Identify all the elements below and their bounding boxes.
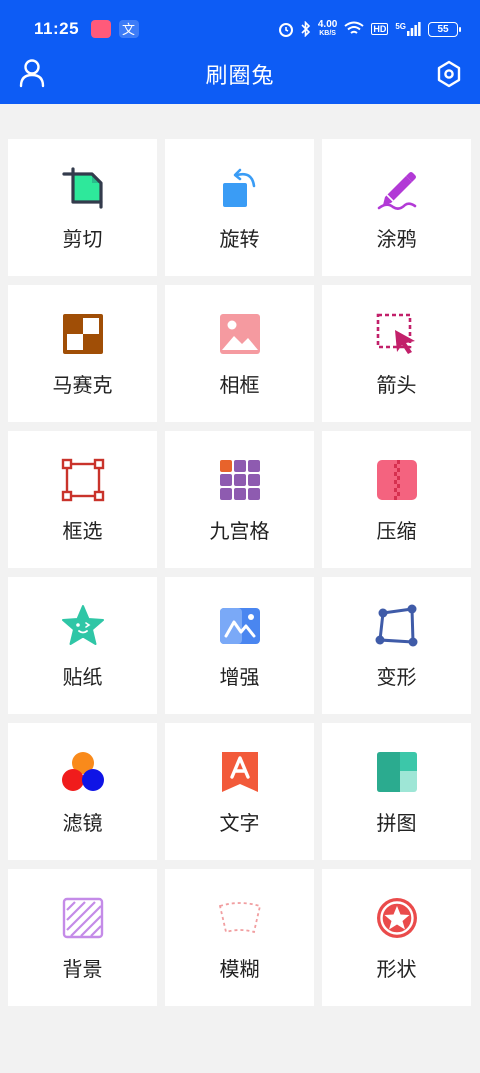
tool-label: 压缩 <box>376 519 417 543</box>
tool-box-select[interactable]: 框选 <box>8 431 157 568</box>
battery-level: 55 <box>437 23 449 35</box>
tools-grid: 剪切 旋转 涂鸦 马赛克 相框 箭头 框选 九宫格 压缩 贴纸 增强 变形 滤镜… <box>8 139 471 1006</box>
tool-label: 模糊 <box>219 957 260 981</box>
tool-label: 旋转 <box>219 227 260 251</box>
tool-photo-frame[interactable]: 相框 <box>165 285 314 422</box>
tool-doodle[interactable]: 涂鸦 <box>322 139 471 276</box>
tool-filter[interactable]: 滤镜 <box>8 723 157 860</box>
tool-label: 背景 <box>62 957 103 981</box>
tool-blur[interactable]: 模糊 <box>165 869 314 1006</box>
battery-indicator: 55 <box>428 21 461 37</box>
tool-label: 九宫格 <box>209 519 270 543</box>
tool-label: 拼图 <box>376 811 417 835</box>
collage-icon <box>376 752 417 792</box>
signal-indicator: 5G <box>395 22 421 36</box>
tool-sticker[interactable]: 贴纸 <box>8 577 157 714</box>
status-time: 11:25 <box>34 19 80 38</box>
bluetooth-icon <box>301 21 310 37</box>
status-bar: 11:25 文 4.00 KB/S HD 5G 55 <box>0 0 480 58</box>
app-bar: 11:25 文 4.00 KB/S HD 5G 55 刷圈兔 <box>0 0 480 104</box>
tool-compress[interactable]: 压缩 <box>322 431 471 568</box>
tool-collage[interactable]: 拼图 <box>322 723 471 860</box>
status-right: 4.00 KB/S HD 5G 55 <box>278 20 461 38</box>
settings-button[interactable] <box>436 60 462 88</box>
wifi-icon <box>344 21 364 34</box>
tool-shape[interactable]: 形状 <box>322 869 471 1006</box>
net-speed: 4.00 KB/S <box>318 20 337 38</box>
page-title: 刷圈兔 <box>205 64 275 89</box>
tool-label: 马赛克 <box>52 373 113 397</box>
tool-crop[interactable]: 剪切 <box>8 139 157 276</box>
net-speed-value: 4.00 <box>317 19 338 30</box>
tool-transform[interactable]: 变形 <box>322 577 471 714</box>
tool-label: 涂鸦 <box>376 227 417 251</box>
tool-label: 框选 <box>62 519 103 543</box>
filter-circles-icon <box>61 752 104 791</box>
tool-label: 变形 <box>376 665 417 689</box>
mosaic-icon <box>62 314 103 354</box>
tool-label: 增强 <box>219 665 260 689</box>
svg-text:文: 文 <box>122 23 135 38</box>
shape-star-circle-icon <box>376 898 417 938</box>
translate-notification-icon: 文 <box>119 20 140 38</box>
signal-bars-icon <box>407 22 421 36</box>
rotate-icon <box>222 168 255 207</box>
tool-label: 滤镜 <box>62 811 103 835</box>
toolbar: 刷圈兔 <box>0 52 480 96</box>
tool-label: 剪切 <box>62 227 103 251</box>
tool-label: 相框 <box>219 373 260 397</box>
enhance-image-icon <box>219 608 260 644</box>
tool-nine-grid[interactable]: 九宫格 <box>165 431 314 568</box>
tool-enhance[interactable]: 增强 <box>165 577 314 714</box>
calendar-notification-icon <box>91 20 112 38</box>
tool-arrow[interactable]: 箭头 <box>322 285 471 422</box>
tool-text[interactable]: 文字 <box>165 723 314 860</box>
background-pattern-icon <box>62 897 103 939</box>
blur-icon <box>218 902 261 934</box>
nine-grid-icon <box>219 460 260 500</box>
net-speed-unit: KB/S <box>319 30 336 37</box>
tool-label: 贴纸 <box>62 665 103 689</box>
box-select-icon <box>61 458 104 502</box>
crop-icon <box>61 167 103 209</box>
photo-frame-icon <box>219 314 260 354</box>
tool-background[interactable]: 背景 <box>8 869 157 1006</box>
tool-rotate[interactable]: 旋转 <box>165 139 314 276</box>
alarm-icon <box>278 23 293 37</box>
compress-zip-icon <box>376 460 417 500</box>
tool-label: 文字 <box>219 811 260 835</box>
tool-label: 形状 <box>376 957 417 981</box>
tool-mosaic[interactable]: 马赛克 <box>8 285 157 422</box>
star-sticker-icon <box>61 605 104 645</box>
arrow-cursor-icon <box>376 313 415 354</box>
settings-hexagon-icon <box>437 60 461 88</box>
doodle-pen-icon <box>377 172 416 210</box>
tool-label: 箭头 <box>376 373 417 397</box>
transform-quad-icon <box>375 604 417 647</box>
network-type: 5G <box>395 22 406 31</box>
text-bookmark-icon <box>221 752 258 792</box>
notification-icons: 文 <box>91 20 140 38</box>
hd-badge: HD <box>371 23 389 35</box>
